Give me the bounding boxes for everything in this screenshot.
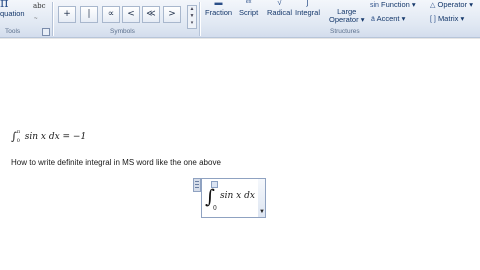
equation-button[interactable]: π quation — [0, 0, 30, 27]
much-less-symbol-button[interactable]: ≪ — [142, 6, 160, 23]
radical-icon: √ — [277, 0, 282, 7]
scroll-down-icon: ▼ — [189, 13, 195, 19]
equation-options-dropdown[interactable]: ▼ — [258, 178, 266, 218]
plus-symbol-button[interactable]: + — [58, 6, 76, 23]
group-divider — [199, 2, 200, 36]
equation-editor-box[interactable]: ∫ 0 sin x dx ▼ — [193, 178, 266, 218]
fraction-label: Fraction — [205, 8, 233, 17]
operator-icon: △ — [430, 2, 436, 9]
equation-label: quation — [0, 9, 25, 18]
equation-content-area[interactable]: ∫ 0 sin x dx — [201, 178, 260, 218]
integral-icon: ∫ — [306, 0, 309, 7]
divides-symbol-button[interactable]: ∣ — [80, 6, 98, 23]
more-icon: ▾ — [190, 20, 194, 26]
dropdown-icon: ▾ — [401, 14, 406, 23]
symbols-scroll[interactable]: ▲ ▼ ▾ — [187, 5, 197, 29]
integrand: sin x dx — [24, 132, 60, 142]
accent-icon: ä — [371, 16, 375, 23]
script-label: Script — [239, 8, 259, 17]
equation-move-handle[interactable] — [193, 178, 201, 192]
symbols-group-label: Symbols — [110, 28, 135, 35]
fraction-icon: ▬ — [214, 0, 223, 7]
large-operator-button[interactable]: Large Operator ▾ — [329, 8, 364, 24]
script-icon: ᵉˣ — [245, 0, 252, 7]
displayed-integral-formula: ∫ π 0 sin x dx = −1 — [11, 129, 87, 144]
group-divider — [52, 2, 53, 36]
matrix-icon: [ ] — [430, 16, 436, 23]
script-button[interactable]: ᵉˣ Script — [239, 0, 258, 17]
dropdown-icon: ▾ — [360, 15, 365, 24]
operator-menu[interactable]: △ Operator ▾ — [430, 0, 473, 9]
sin-icon: sin — [370, 2, 379, 9]
matrix-menu[interactable]: [ ] Matrix ▾ — [430, 14, 464, 23]
dropdown-icon: ▾ — [469, 0, 473, 9]
fraction-button[interactable]: ▬ Fraction — [205, 0, 232, 17]
abc-icon[interactable]: abc — [33, 2, 46, 10]
less-than-symbol-button[interactable]: < — [122, 6, 140, 23]
integral-label: Integral — [295, 8, 321, 17]
radical-button[interactable]: √ Radical — [267, 0, 292, 17]
lower-limit[interactable]: 0 — [213, 205, 217, 212]
structures-group-label: Structures — [330, 28, 360, 35]
tools-dialog-launcher[interactable] — [42, 28, 50, 36]
scroll-up-icon: ▲ — [189, 6, 195, 12]
equation-tools-ribbon: π quation abc ~ Tools + ∣ ∝ < ≪ > ▲ ▼ ▾ … — [0, 0, 480, 38]
chevron-down-icon: ▼ — [259, 209, 265, 215]
function-menu[interactable]: sin Function ▾ — [370, 0, 416, 9]
dropdown-icon: ▾ — [411, 0, 416, 9]
ribbon-bottom-border — [0, 38, 480, 39]
question-text: How to write definite integral in MS wor… — [11, 158, 221, 167]
accent-menu[interactable]: ä Accent ▾ — [371, 14, 405, 23]
proportional-symbol-button[interactable]: ∝ — [102, 6, 120, 23]
normal-text-icon[interactable]: ~ — [34, 16, 38, 22]
integrand[interactable]: sin x dx — [220, 191, 255, 201]
large-operator-label-line2: Operator — [329, 15, 359, 24]
tools-group-label: Tools — [5, 28, 21, 35]
formula-result: = −1 — [59, 132, 87, 142]
radical-label: Radical — [267, 8, 293, 17]
dropdown-icon: ▾ — [460, 14, 465, 23]
greater-than-symbol-button[interactable]: > — [163, 6, 181, 23]
integral-button[interactable]: ∫ Integral — [295, 0, 320, 17]
